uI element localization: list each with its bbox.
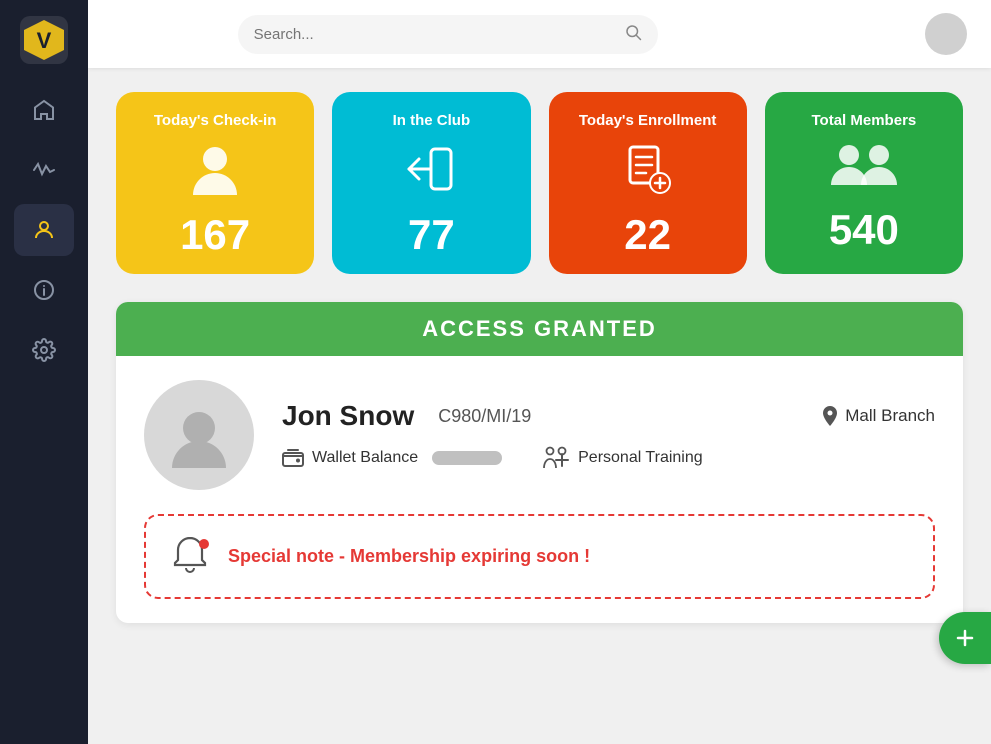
svg-text:V: V: [37, 28, 52, 53]
member-row: Jon Snow C980/MI/19 Mall Branch: [144, 380, 935, 490]
fab-button[interactable]: [939, 612, 991, 664]
member-name-row: Jon Snow C980/MI/19 Mall Branch: [282, 400, 935, 432]
wallet-icon: [282, 449, 304, 467]
member-name: Jon Snow: [282, 400, 414, 432]
wallet-label: Wallet Balance: [312, 449, 418, 467]
sidebar-item-settings[interactable]: [14, 324, 74, 376]
wallet-bar: [432, 451, 502, 465]
access-header: ACCESS GRANTED: [116, 302, 963, 356]
personal-training-icon: [542, 446, 570, 470]
bell-icon: [170, 534, 210, 579]
content-area: Today's Check-in 167 In the Club: [88, 68, 991, 744]
stat-label-enrollment: Today's Enrollment: [579, 112, 716, 129]
member-info-row: Wallet Balance: [282, 446, 935, 470]
sidebar-item-info[interactable]: [14, 264, 74, 316]
access-section: ACCESS GRANTED Jon Snow C980/MI: [116, 302, 963, 623]
stat-number-checkin: 167: [180, 214, 250, 256]
stat-label-members: Total Members: [812, 112, 917, 129]
location-icon: [821, 405, 839, 427]
stat-label-inclub: In the Club: [393, 112, 471, 129]
stat-number-members: 540: [829, 209, 899, 251]
sidebar-logo: V: [20, 16, 68, 64]
branch-name: Mall Branch: [845, 406, 935, 426]
search-icon: [624, 23, 642, 46]
member-avatar: [144, 380, 254, 490]
stat-card-members[interactable]: Total Members 540: [765, 92, 963, 274]
search-box[interactable]: [238, 15, 658, 54]
checkin-icon: [185, 139, 245, 208]
special-note: Special note - Membership expiring soon …: [144, 514, 935, 599]
sidebar-item-home[interactable]: [14, 84, 74, 136]
stat-card-checkin[interactable]: Today's Check-in 167: [116, 92, 314, 274]
inclub-icon: [401, 139, 461, 208]
members-icon: [829, 139, 899, 203]
wallet-info: Wallet Balance: [282, 449, 502, 467]
pt-info: Personal Training: [542, 446, 703, 470]
enrollment-icon: [618, 139, 678, 208]
access-body: Jon Snow C980/MI/19 Mall Branch: [116, 356, 963, 623]
sidebar: V: [0, 0, 88, 744]
stat-card-enrollment[interactable]: Today's Enrollment 22: [549, 92, 747, 274]
stat-number-enrollment: 22: [624, 214, 671, 256]
main-content: Today's Check-in 167 In the Club: [88, 0, 991, 744]
stat-label-checkin: Today's Check-in: [154, 112, 276, 129]
member-id: C980/MI/19: [438, 406, 531, 427]
sidebar-item-members[interactable]: [14, 204, 74, 256]
member-location: Mall Branch: [821, 405, 935, 427]
member-details: Jon Snow C980/MI/19 Mall Branch: [282, 400, 935, 470]
stat-card-inclub[interactable]: In the Club 77: [332, 92, 530, 274]
pt-label: Personal Training: [578, 449, 703, 467]
search-input[interactable]: [254, 26, 616, 43]
stat-number-inclub: 77: [408, 214, 455, 256]
special-note-text: Special note - Membership expiring soon …: [228, 546, 590, 567]
sidebar-item-activity[interactable]: [14, 144, 74, 196]
stats-row: Today's Check-in 167 In the Club: [116, 92, 963, 274]
avatar: [925, 13, 967, 55]
topbar: [88, 0, 991, 68]
